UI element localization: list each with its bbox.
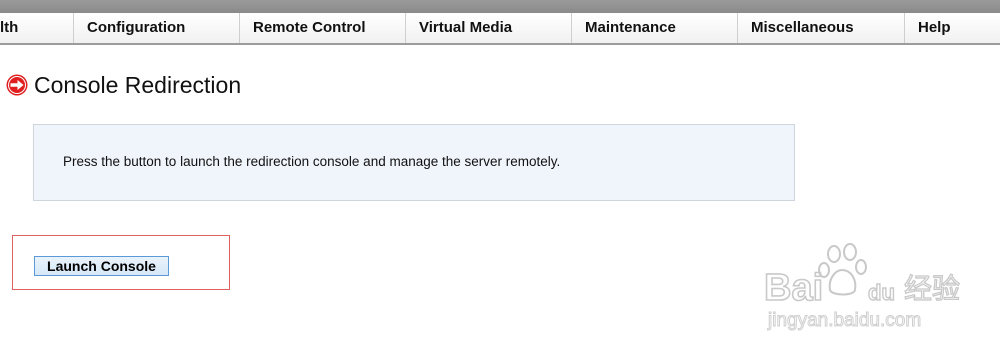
nav-item-configuration[interactable]: Configuration [74,13,240,43]
main-nav: lth Configuration Remote Control Virtual… [0,13,1000,45]
info-text: Press the button to launch the redirecti… [63,154,561,169]
nav-item-maintenance[interactable]: Maintenance [572,13,738,43]
nav-item-health[interactable]: lth [0,13,74,43]
info-panel: Press the button to launch the redirecti… [33,124,795,201]
nav-item-miscellaneous[interactable]: Miscellaneous [738,13,905,43]
nav-item-virtual-media[interactable]: Virtual Media [406,13,572,43]
red-arrow-circle-icon [6,74,28,96]
nav-item-remote-control[interactable]: Remote Control [240,13,406,43]
svg-text:Bai: Bai [764,267,823,309]
nav-item-help[interactable]: Help [905,13,1000,43]
svg-text:经验: 经验 [904,272,960,305]
page-title: Console Redirection [34,71,242,98]
svg-text:jingyan.baidu.com: jingyan.baidu.com [767,310,921,331]
page-header: Console Redirection [6,70,241,100]
baidu-jingyan-watermark: Bai du 经验 jingyan.baidu.com [763,243,961,332]
top-strip [0,0,1000,13]
launch-console-button[interactable]: Launch Console [34,256,169,276]
svg-text:du: du [868,280,895,305]
